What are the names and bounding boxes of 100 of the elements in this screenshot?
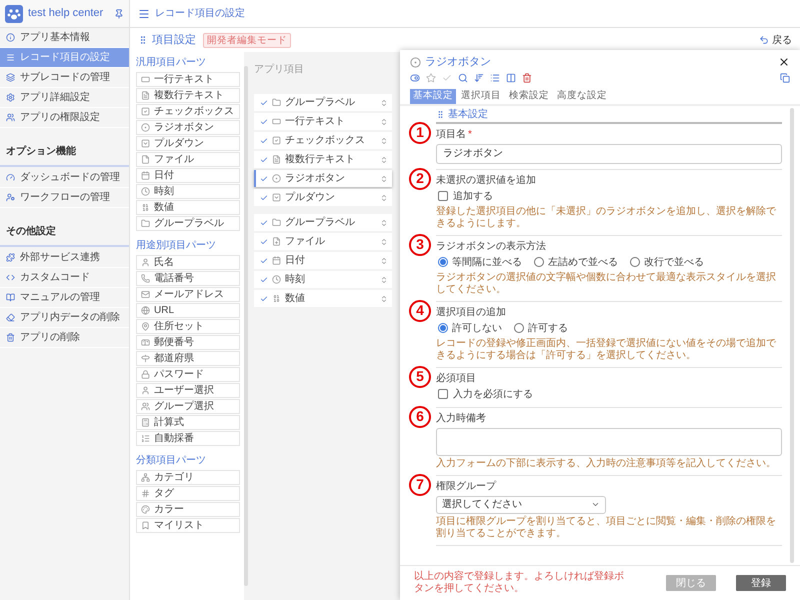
sidebar-item[interactable]: ダッシュボードの管理 [0,168,129,188]
field-part[interactable]: 氏名 [136,255,240,270]
register-button[interactable]: 登録 [736,575,786,591]
radio-option[interactable]: 等間隔に並べる [438,254,522,270]
field-part[interactable]: 自動採番 [136,431,240,446]
columns-icon[interactable] [506,72,516,82]
checkbox-option[interactable]: 追加する [438,188,782,204]
radio-option[interactable]: 許可する [514,320,568,336]
field-part[interactable]: ファイル [136,152,240,167]
field-part[interactable]: カテゴリ [136,470,240,485]
check-icon[interactable] [260,136,268,144]
check-icon[interactable] [442,72,452,82]
toggle-icon[interactable] [410,72,420,82]
field-part[interactable]: タグ [136,486,240,501]
field-part[interactable]: グループラベル [136,216,240,231]
text-field[interactable]: ラジオボタン [436,144,782,164]
sidebar-item[interactable]: マニュアルの管理 [0,288,129,308]
field-part[interactable]: 時刻 [136,184,240,199]
check-icon[interactable] [260,118,268,126]
sidebar-item[interactable]: カスタムコード [0,268,129,288]
sidebar-item[interactable]: アプリの削除 [0,328,129,348]
check-icon[interactable] [260,174,268,182]
app-field-row[interactable]: グループラベル [254,214,392,231]
select-field[interactable]: 選択してください [436,496,606,514]
sidebar-item[interactable]: ワークフローの管理 [0,188,129,208]
sort-handle-icon[interactable] [380,238,388,246]
app-field-row[interactable]: 時刻 [254,271,392,288]
sort-handle-icon[interactable] [380,136,388,144]
check-icon[interactable] [260,218,268,226]
field-part[interactable]: 郵便番号 [136,335,240,350]
sort-handle-icon[interactable] [380,98,388,106]
app-field-row[interactable]: 日付 [254,252,392,269]
checkbox[interactable] [438,191,448,201]
back-link[interactable]: 戻る [759,32,792,48]
sort-icon[interactable] [474,72,484,82]
field-part[interactable]: パスワード [136,367,240,382]
menu-icon[interactable] [138,8,150,20]
app-field-row[interactable]: 複数行テキスト [254,151,392,168]
field-part[interactable]: マイリスト [136,518,240,533]
field-part[interactable]: 複数行テキスト [136,88,240,103]
list-icon[interactable] [490,72,500,82]
field-part[interactable]: 都道府県 [136,351,240,366]
check-icon[interactable] [260,194,268,202]
tab[interactable]: 検索設定 [506,88,552,104]
sort-handle-icon[interactable] [380,118,388,126]
star-icon[interactable] [426,72,436,82]
search-icon[interactable] [458,72,468,82]
field-part[interactable]: プルダウン [136,136,240,151]
checkbox-option[interactable]: 入力を必須にする [438,386,782,402]
check-icon[interactable] [260,238,268,246]
sidebar-item[interactable]: 外部サービス連携 [0,248,129,268]
sort-handle-icon[interactable] [380,194,388,202]
check-icon[interactable] [260,98,268,106]
app-field-row[interactable]: ラジオボタン [254,170,392,187]
app-field-row[interactable]: 一行テキスト [254,113,392,130]
radio-option[interactable]: 許可しない [438,320,502,336]
tab[interactable]: 選択項目 [458,88,504,104]
trash-icon[interactable] [522,72,532,82]
sidebar-item[interactable]: アプリ内データの削除 [0,308,129,328]
sort-handle-icon[interactable] [380,218,388,226]
app-field-row[interactable]: プルダウン [254,189,392,206]
check-icon[interactable] [260,156,268,164]
tab[interactable]: 高度な設定 [554,88,610,104]
check-icon[interactable] [260,294,268,302]
radio-button[interactable] [438,323,448,333]
check-icon[interactable] [260,256,268,264]
check-icon[interactable] [260,276,268,284]
app-field-row[interactable]: ファイル [254,233,392,250]
textarea-field[interactable] [436,428,782,456]
radio-button[interactable] [534,257,544,267]
field-part[interactable]: グループ選択 [136,399,240,414]
app-field-row[interactable]: 数値 [254,290,392,307]
app-field-row[interactable]: チェックボックス [254,132,392,149]
field-part[interactable]: 数値 [136,200,240,215]
sort-handle-icon[interactable] [380,156,388,164]
field-part[interactable]: ラジオボタン [136,120,240,135]
sort-handle-icon[interactable] [380,276,388,284]
field-part[interactable]: 住所セット [136,319,240,334]
sort-handle-icon[interactable] [380,294,388,302]
app-field-row[interactable]: グループラベル [254,94,392,111]
field-part[interactable]: URL [136,303,240,318]
sidebar-item[interactable]: サブレコードの管理 [0,68,129,88]
field-part[interactable]: カラー [136,502,240,517]
copy-icon[interactable] [780,72,790,82]
field-part[interactable]: 電話番号 [136,271,240,286]
pin-icon[interactable] [114,8,124,18]
field-part[interactable]: ユーザー選択 [136,383,240,398]
sort-handle-icon[interactable] [380,174,388,182]
field-part[interactable]: メールアドレス [136,287,240,302]
radio-option[interactable]: 左詰めで並べる [534,254,618,270]
checkbox[interactable] [438,389,448,399]
sidebar-item[interactable]: アプリの権限設定 [0,108,129,128]
close-icon[interactable] [778,56,790,68]
field-part[interactable]: チェックボックス [136,104,240,119]
radio-option[interactable]: 改行で並べる [630,254,704,270]
sort-handle-icon[interactable] [380,256,388,264]
field-part[interactable]: 一行テキスト [136,72,240,87]
sidebar-item[interactable]: アプリ詳細設定 [0,88,129,108]
radio-button[interactable] [514,323,524,333]
field-part[interactable]: 計算式 [136,415,240,430]
